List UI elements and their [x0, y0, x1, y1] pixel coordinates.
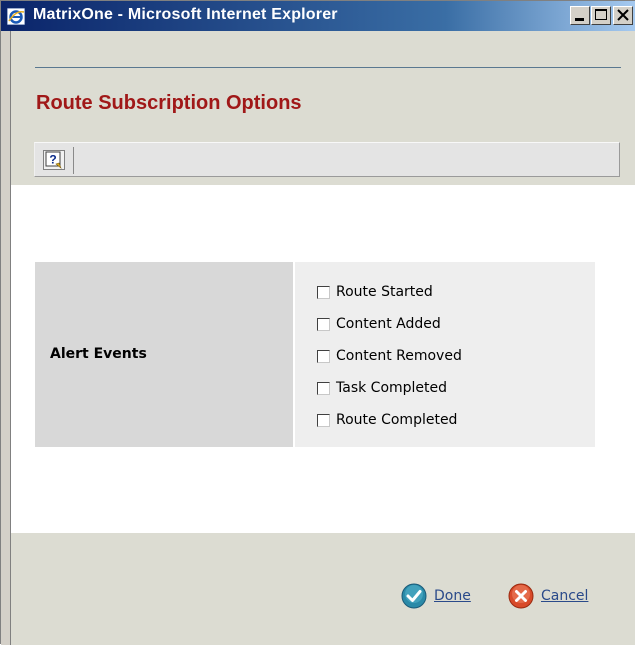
- option-route-completed[interactable]: Route Completed: [317, 410, 457, 430]
- content-removed-checkbox[interactable]: [317, 349, 330, 363]
- browser-window: MatrixOne - Microsoft Internet Explorer …: [0, 0, 635, 645]
- page-header: Route Subscription Options ?: [11, 31, 635, 185]
- option-task-completed[interactable]: Task Completed: [317, 378, 447, 398]
- route-started-label: Route Started: [336, 284, 433, 300]
- form-content: Alert Events Route Started Content Added…: [11, 185, 635, 533]
- minimize-button[interactable]: [570, 6, 590, 25]
- close-button[interactable]: [613, 6, 633, 25]
- route-completed-checkbox[interactable]: [317, 413, 330, 427]
- svg-text:?: ?: [49, 153, 56, 167]
- content-added-checkbox[interactable]: [317, 317, 330, 331]
- help-icon: ?: [44, 151, 64, 173]
- title-bar[interactable]: MatrixOne - Microsoft Internet Explorer: [1, 1, 635, 31]
- cancel-link[interactable]: Cancel: [541, 588, 588, 604]
- content-added-label: Content Added: [336, 316, 441, 332]
- window-title: MatrixOne - Microsoft Internet Explorer: [33, 6, 338, 23]
- internet-explorer-icon: [6, 7, 26, 26]
- page-title: Route Subscription Options: [36, 92, 302, 114]
- option-route-started[interactable]: Route Started: [317, 282, 433, 302]
- content-removed-label: Content Removed: [336, 348, 462, 364]
- done-check-icon[interactable]: [401, 583, 427, 609]
- route-started-checkbox[interactable]: [317, 285, 330, 299]
- field-label-cell: Alert Events: [35, 262, 293, 447]
- done-link[interactable]: Done: [434, 588, 471, 604]
- toolbar: ?: [34, 142, 620, 177]
- task-completed-label: Task Completed: [336, 380, 448, 396]
- dialog-footer: Done Cancel: [11, 533, 635, 645]
- done-button[interactable]: Done: [401, 583, 471, 609]
- cancel-x-icon[interactable]: [508, 583, 534, 609]
- field-value-cell: Route Started Content Added Content Remo…: [295, 262, 595, 447]
- route-completed-label: Route Completed: [336, 412, 458, 428]
- help-button[interactable]: ?: [43, 150, 65, 170]
- header-divider: [35, 67, 621, 68]
- option-content-removed[interactable]: Content Removed: [317, 346, 462, 366]
- window-frame-left: [1, 31, 11, 645]
- cancel-button[interactable]: Cancel: [508, 583, 588, 609]
- alert-events-label: Alert Events: [50, 346, 147, 362]
- toolbar-separator: [73, 147, 74, 174]
- task-completed-checkbox[interactable]: [317, 381, 330, 395]
- option-content-added[interactable]: Content Added: [317, 314, 441, 334]
- maximize-button[interactable]: [591, 6, 611, 25]
